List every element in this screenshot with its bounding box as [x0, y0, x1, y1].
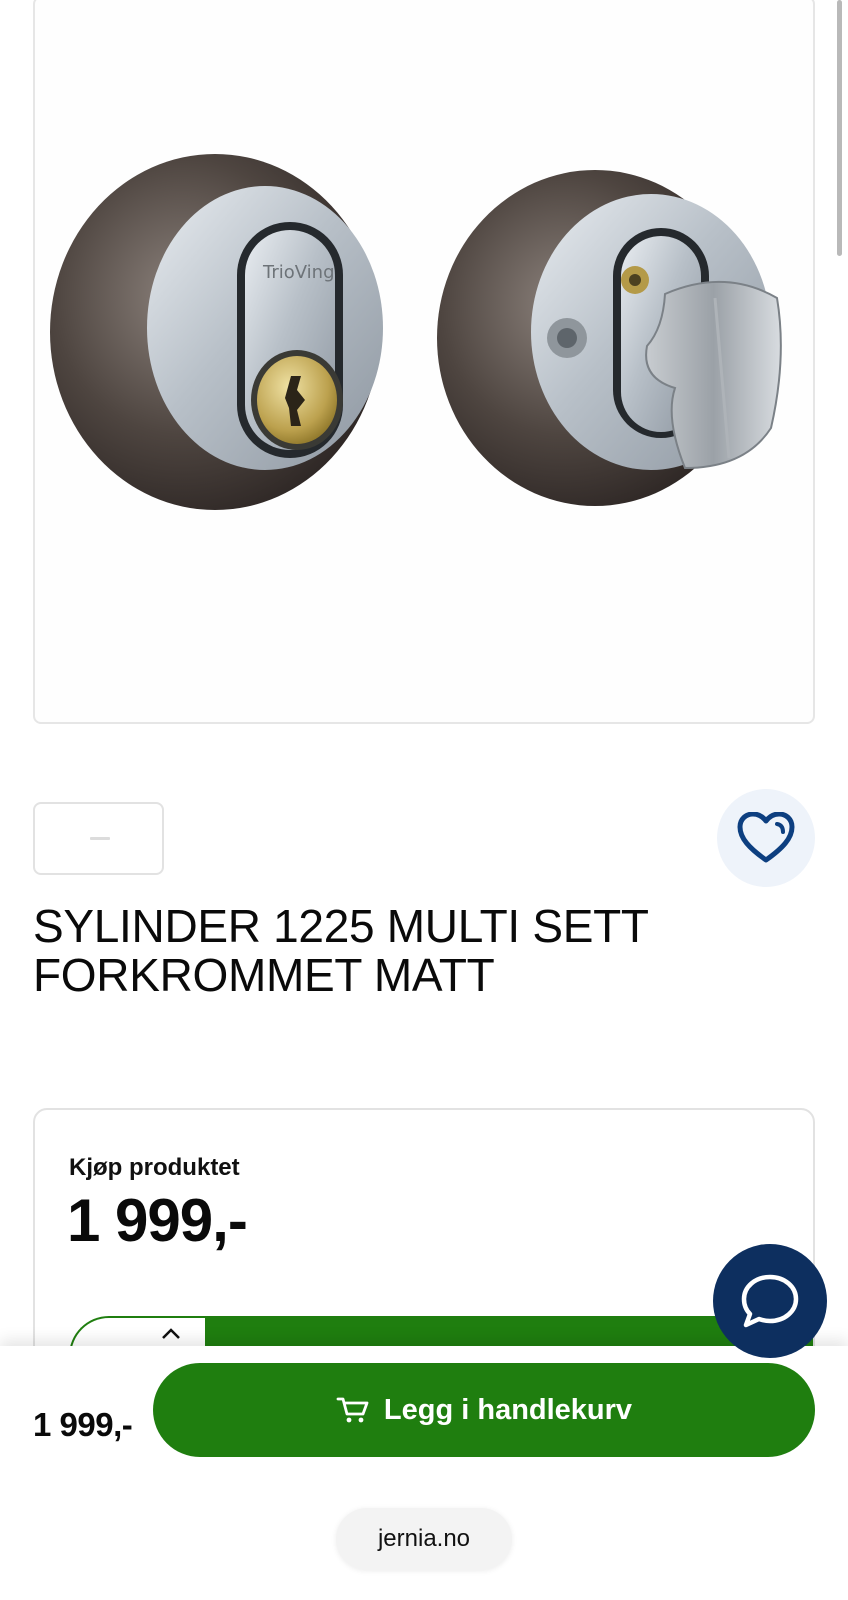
purchase-heading: Kjøp produktet — [69, 1154, 240, 1181]
heart-icon — [737, 812, 795, 863]
sticky-price: 1 999,- — [33, 1406, 133, 1443]
browser-address-bar[interactable]: jernia.no — [336, 1508, 512, 1570]
chat-button[interactable] — [713, 1244, 827, 1358]
product-image[interactable]: TrioVing — [33, 0, 815, 724]
image-thumbnail[interactable] — [33, 802, 164, 875]
sticky-purchase-bar: 1 999,- Legg i handlekurv jernia.no — [0, 1346, 848, 1600]
chevron-up-icon[interactable] — [161, 1328, 181, 1340]
add-to-cart-label: Legg i handlekurv — [383, 1393, 633, 1426]
brand-engraving: TrioVing — [262, 262, 335, 283]
cart-icon — [336, 1397, 369, 1423]
add-to-cart-button[interactable]: Legg i handlekurv — [153, 1363, 815, 1457]
favorite-button[interactable] — [717, 789, 815, 887]
lock-cylinder-photo: TrioVing — [50, 154, 782, 510]
page-scrollbar[interactable] — [837, 0, 842, 256]
product-title: SYLINDER 1225 MULTI SETT FORKROMMET MATT — [33, 900, 648, 1001]
purchase-price: 1 999,- — [67, 1187, 248, 1254]
thumbnail-preview — [90, 837, 110, 840]
chat-bubble-icon — [741, 1274, 799, 1328]
